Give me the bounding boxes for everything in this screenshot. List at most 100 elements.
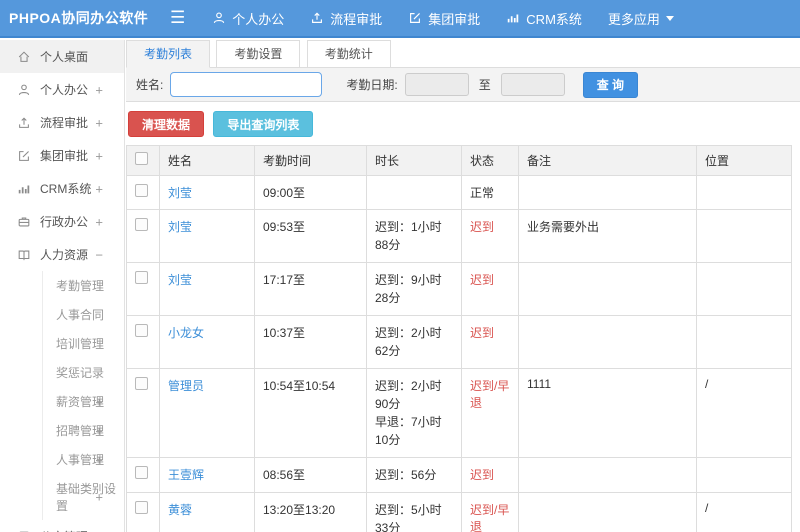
table-row: 黄蓉 13:20至13:20 迟到：5小时33分早退：4小时67分 迟到/早退 …: [126, 492, 792, 532]
expand-icon[interactable]: +: [95, 214, 103, 229]
header-time: 考勤时间: [254, 145, 367, 176]
sidebar-item-documents[interactable]: 公文管理 +: [0, 520, 124, 532]
sidebar: 个人桌面 个人办公 + 流程审批 + 集团审批 + CRM系统 + 行政办公 +…: [0, 40, 125, 532]
sidebar-sub-attendance[interactable]: 考勤管理: [43, 271, 124, 300]
table-row: 刘莹 09:53至 迟到：1小时88分 迟到 业务需要外出: [126, 209, 792, 263]
date-to-input[interactable]: [500, 73, 565, 96]
sidebar-sub-recruitment[interactable]: 招聘管理 +: [43, 416, 124, 445]
row-name-cell: 黄蓉: [159, 492, 255, 532]
expand-icon[interactable]: +: [95, 394, 103, 409]
date-to-label: 至: [478, 78, 491, 92]
row-duration-cell: 迟到：5小时33分早退：4小时67分: [366, 492, 462, 532]
sidebar-item-group-approval[interactable]: 集团审批 +: [0, 139, 124, 172]
search-bar: 姓名: 考勤日期: 至 查 询: [126, 68, 800, 102]
employee-name-link[interactable]: 小龙女: [168, 326, 204, 340]
row-remark-cell: [518, 175, 697, 210]
edit-icon: [410, 13, 421, 23]
expand-icon[interactable]: +: [95, 115, 103, 130]
name-label: 姓名:: [136, 78, 164, 92]
row-name-cell: 刘莹: [159, 175, 255, 210]
row-location-cell: /: [696, 492, 792, 532]
expand-icon[interactable]: +: [95, 148, 103, 163]
header-name: 姓名: [159, 145, 255, 176]
row-time-cell: 10:37至: [254, 315, 367, 369]
expand-icon[interactable]: +: [95, 82, 103, 97]
export-list-button[interactable]: 导出查询列表: [213, 111, 314, 137]
caret-down-icon: [665, 15, 674, 21]
date-label: 考勤日期:: [346, 78, 398, 92]
row-name-cell: 管理员: [159, 368, 255, 458]
sidebar-sub-rewards[interactable]: 奖惩记录: [43, 358, 124, 387]
row-checkbox-cell: [126, 175, 160, 210]
row-status-cell: 迟到/早退: [461, 368, 519, 458]
row-location-cell: [696, 457, 792, 493]
chart-icon: [17, 182, 32, 196]
sidebar-sub-base-category[interactable]: 基础类别设置 +: [43, 474, 124, 520]
row-checkbox[interactable]: [135, 501, 148, 514]
row-time-cell: 08:56至: [254, 457, 367, 493]
sidebar-item-hr[interactable]: 人力资源 −: [0, 238, 124, 271]
table-row: 管理员 10:54至10:54 迟到：2小时90分 早退：7小时10分 迟到/早退…: [126, 368, 792, 458]
expand-icon[interactable]: +: [95, 452, 103, 467]
tab-attendance-stats[interactable]: 考勤统计: [306, 40, 391, 68]
row-name-cell: 刘莹: [159, 209, 255, 263]
sidebar-sub-salary[interactable]: 薪资管理 +: [43, 387, 124, 416]
sidebar-item-admin-office[interactable]: 行政办公 +: [0, 205, 124, 238]
select-all-checkbox[interactable]: [135, 152, 148, 165]
row-name-cell: 王壹辉: [159, 457, 255, 493]
nav-item-group-approval[interactable]: 集团审批: [395, 0, 493, 37]
tab-attendance-settings[interactable]: 考勤设置: [216, 40, 301, 68]
book-icon: [17, 248, 32, 262]
tab-attendance-list[interactable]: 考勤列表: [126, 40, 211, 68]
sidebar-item-personal-office[interactable]: 个人办公 +: [0, 73, 124, 106]
sidebar-sub-personnel[interactable]: 人事管理 +: [43, 445, 124, 474]
row-name-cell: 刘莹: [159, 262, 255, 316]
sidebar-item-crm[interactable]: CRM系统 +: [0, 172, 124, 205]
employee-name-link[interactable]: 刘莹: [168, 220, 192, 234]
nav-item-crm[interactable]: CRM系统: [493, 0, 595, 37]
employee-name-link[interactable]: 刘莹: [168, 273, 192, 287]
sidebar-item-desktop[interactable]: 个人桌面: [0, 40, 124, 73]
query-button[interactable]: 查 询: [582, 71, 639, 98]
clean-data-button[interactable]: 清理数据: [128, 111, 205, 137]
employee-name-link[interactable]: 黄蓉: [168, 503, 192, 517]
nav-item-personal-office[interactable]: 个人办公: [199, 0, 297, 37]
row-location-cell: [696, 209, 792, 263]
row-status-cell: 正常: [461, 175, 519, 210]
row-checkbox[interactable]: [135, 218, 148, 231]
table-row: 王壹辉 08:56至 迟到：56分 迟到: [126, 457, 792, 493]
row-checkbox[interactable]: [135, 324, 148, 337]
attendance-table-body: 刘莹 09:00至 正常 刘莹 09:53至 迟到：1小时88分 迟到 业务需要…: [126, 175, 792, 532]
row-location-cell: [696, 262, 792, 316]
date-from-input[interactable]: [404, 73, 469, 96]
row-checkbox[interactable]: [135, 271, 148, 284]
attendance-table: 姓名 考勤时间 时长 状态 备注 位置 刘莹 09:00至 正常 刘莹 09:5…: [126, 145, 792, 532]
row-status-cell: 迟到: [461, 315, 519, 369]
expand-icon[interactable]: +: [95, 181, 103, 196]
sidebar-sub-training[interactable]: 培训管理: [43, 329, 124, 358]
employee-name-link[interactable]: 刘莹: [168, 186, 192, 200]
nav-item-more-apps[interactable]: 更多应用: [595, 0, 687, 37]
row-checkbox[interactable]: [135, 184, 148, 197]
hamburger-menu-icon[interactable]: ☰: [170, 8, 185, 28]
expand-icon[interactable]: +: [95, 490, 103, 505]
row-status-cell: 迟到: [461, 457, 519, 493]
employee-name-link[interactable]: 管理员: [168, 379, 204, 393]
user-icon: [214, 12, 225, 24]
sidebar-sub-contract[interactable]: 人事合同: [43, 300, 124, 329]
row-checkbox[interactable]: [135, 377, 148, 390]
row-time-cell: 13:20至13:20: [254, 492, 367, 532]
row-checkbox[interactable]: [135, 466, 148, 479]
collapse-icon[interactable]: −: [95, 247, 103, 262]
row-location-cell: [696, 175, 792, 210]
row-status-cell: 迟到/早退: [461, 492, 519, 532]
sidebar-item-workflow-approval[interactable]: 流程审批 +: [0, 106, 124, 139]
header-checkbox-cell: [126, 145, 160, 176]
row-remark-cell: [518, 492, 697, 532]
employee-name-link[interactable]: 王壹辉: [168, 468, 204, 482]
nav-item-workflow-approval[interactable]: 流程审批: [297, 0, 395, 37]
name-search-input[interactable]: [170, 72, 323, 97]
briefcase-icon: [17, 215, 32, 229]
toolbar: 清理数据 导出查询列表: [126, 102, 800, 145]
expand-icon[interactable]: +: [95, 423, 103, 438]
